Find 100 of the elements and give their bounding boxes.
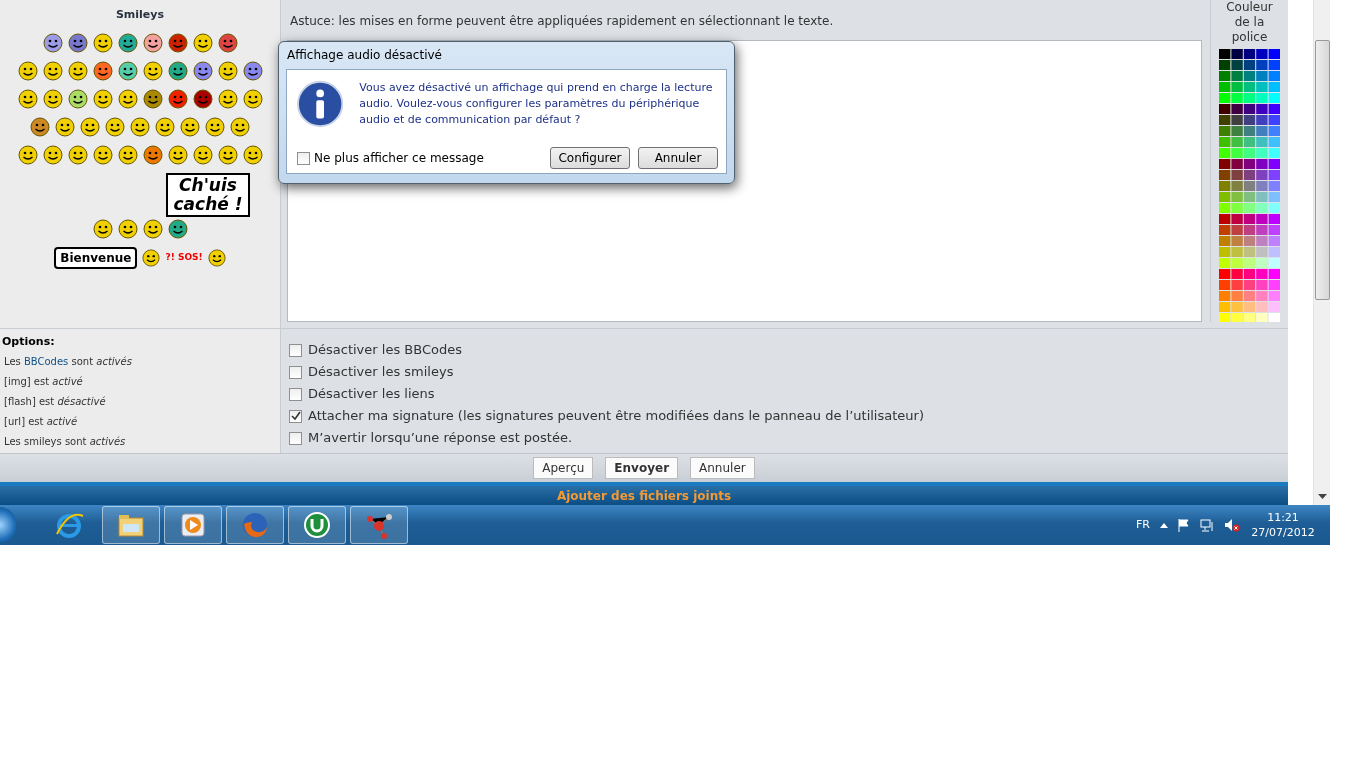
dialog-button[interactable]: Annuler <box>638 147 718 169</box>
smiley-icon[interactable] <box>92 61 113 82</box>
smiley-icon[interactable] <box>142 89 163 110</box>
smiley-icon[interactable] <box>17 89 38 110</box>
smiley-icon[interactable] <box>117 145 138 166</box>
sign: Ch'uis caché ! <box>166 173 250 218</box>
checkbox-label: Désactiver les BBCodes <box>308 341 462 360</box>
option-status: Les smileys sont activés <box>3 434 127 449</box>
clock-time[interactable]: 11:21 <box>1250 510 1316 525</box>
smiley-icon[interactable] <box>207 249 226 268</box>
smiley-icon[interactable] <box>117 89 138 110</box>
network-icon[interactable] <box>1200 518 1214 532</box>
dialog-button[interactable]: Configurer <box>550 147 630 169</box>
smiley-icon[interactable] <box>180 117 200 138</box>
info-icon <box>297 80 344 128</box>
option-status: [url] est activé <box>3 414 79 429</box>
checkbox[interactable] <box>289 365 302 379</box>
smiley-icon[interactable] <box>242 145 263 166</box>
smiley-icon[interactable] <box>230 117 250 138</box>
scrollbar-thumb[interactable] <box>1315 40 1330 300</box>
smiley-icon[interactable] <box>42 145 63 166</box>
checkbox[interactable] <box>289 409 302 423</box>
smiley-icon[interactable] <box>155 117 175 138</box>
checkbox-label: Attacher ma signature (les signatures peuvent être modifiées dans le panneau de l’utilisateur) <box>308 407 924 426</box>
start-button[interactable] <box>0 507 16 543</box>
flag-icon[interactable] <box>1178 518 1190 532</box>
checkbox[interactable] <box>289 387 302 401</box>
options-title: Options: <box>2 334 56 350</box>
smiley-icon[interactable] <box>142 219 163 240</box>
form-button[interactable]: Annuler <box>690 457 755 479</box>
chevron-up-icon[interactable] <box>1160 522 1168 528</box>
sign: Bienvenue <box>54 247 138 270</box>
smiley-icon[interactable] <box>167 219 188 240</box>
checkbox[interactable] <box>289 343 302 357</box>
taskbar-button[interactable] <box>102 506 160 544</box>
smiley-icon[interactable] <box>242 89 263 110</box>
smiley-icon[interactable] <box>117 33 138 54</box>
smiley-icon[interactable] <box>67 89 88 110</box>
smiley-icon[interactable] <box>30 117 50 138</box>
smiley-icon[interactable] <box>167 33 188 54</box>
smiley-icon[interactable] <box>142 145 163 166</box>
smiley-icon[interactable] <box>142 33 163 54</box>
checkbox-label: M’avertir lorsqu’une réponse est postée. <box>308 429 573 448</box>
smiley-icon[interactable] <box>142 249 161 268</box>
smiley-icon[interactable] <box>92 219 113 240</box>
smiley-icon[interactable] <box>217 89 238 110</box>
smiley-icon[interactable] <box>192 61 213 82</box>
play-icon <box>178 510 208 540</box>
smiley-icon[interactable] <box>67 33 88 54</box>
option-status: [img] est activé <box>3 374 84 389</box>
smiley-icon[interactable] <box>242 61 263 82</box>
volume-icon[interactable] <box>1224 518 1240 532</box>
dialog-title: Affichage audio désactivé <box>287 47 442 64</box>
smiley-icon[interactable] <box>192 33 213 54</box>
smiley-icon[interactable] <box>92 33 113 54</box>
form-button[interactable]: Envoyer <box>605 457 679 479</box>
smiley-icon[interactable] <box>192 89 213 110</box>
sos-text: ?! SOS! <box>165 251 203 265</box>
smiley-icon[interactable] <box>192 145 213 166</box>
palette-title: Couleur de la police <box>1225 0 1274 45</box>
taskbar-button[interactable] <box>226 506 284 544</box>
taskbar-button[interactable] <box>164 506 222 544</box>
form-button[interactable]: Aperçu <box>533 457 594 479</box>
smiley-icon[interactable] <box>167 145 188 166</box>
smiley-icon[interactable] <box>217 145 238 166</box>
smiley-icon[interactable] <box>67 145 88 166</box>
smiley-icon[interactable] <box>130 117 150 138</box>
smiley-icon[interactable] <box>42 33 63 54</box>
checkbox-label: Désactiver les smileys <box>308 363 454 382</box>
smiley-icon[interactable] <box>205 117 225 138</box>
smiley-icon[interactable] <box>117 219 138 240</box>
smiley-icon[interactable] <box>92 145 113 166</box>
smiley-icon[interactable] <box>92 89 113 110</box>
smiley-icon[interactable] <box>167 89 188 110</box>
bbcodes-link[interactable]: BBCodes <box>23 355 69 367</box>
smiley-icon[interactable] <box>17 61 38 82</box>
smiley-icon[interactable] <box>217 33 238 54</box>
taskbar-button[interactable] <box>350 506 408 544</box>
smiley-icon[interactable] <box>42 61 63 82</box>
checkbox-label: Désactiver les liens <box>308 385 435 404</box>
smiley-icon[interactable] <box>67 61 88 82</box>
smiley-icon[interactable] <box>117 61 138 82</box>
color-palette[interactable] <box>1218 49 1281 322</box>
fox-globe-icon <box>240 510 270 540</box>
torrent-icon <box>302 510 332 540</box>
smiley-icon[interactable] <box>105 117 125 138</box>
smiley-icon[interactable] <box>80 117 100 138</box>
clock-date[interactable]: 27/07/2012 <box>1250 525 1316 540</box>
option-status: Les BBCodes sont activés <box>3 354 133 369</box>
scroll-down-icon[interactable] <box>1318 494 1327 499</box>
smiley-icon[interactable] <box>42 89 63 110</box>
smiley-icon[interactable] <box>17 145 38 166</box>
smiley-icon[interactable] <box>167 61 188 82</box>
taskbar-button[interactable] <box>288 506 346 544</box>
smiley-icon[interactable] <box>142 61 163 82</box>
smiley-icon[interactable] <box>55 117 75 138</box>
checkbox[interactable] <box>289 431 302 445</box>
language-indicator[interactable]: FR <box>1136 516 1150 534</box>
checkbox[interactable] <box>297 151 310 165</box>
smiley-icon[interactable] <box>217 61 238 82</box>
